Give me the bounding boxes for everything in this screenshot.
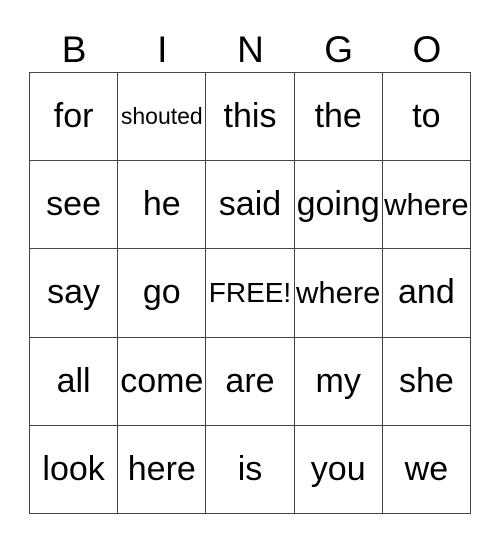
bingo-header: BINGO: [30, 28, 471, 72]
bingo-cell[interactable]: where: [382, 161, 471, 250]
bingo-cell[interactable]: going: [294, 161, 383, 250]
bingo-cell[interactable]: where: [294, 249, 383, 338]
cell-word: all: [56, 361, 91, 400]
bingo-cell[interactable]: he: [118, 161, 207, 250]
cell-word: go: [142, 273, 181, 312]
bingo-cell[interactable]: are: [206, 337, 295, 426]
header-letter-i: I: [157, 29, 168, 70]
bingo-cell[interactable]: to: [382, 73, 471, 162]
cell-word: is: [237, 449, 263, 488]
bingo-cell[interactable]: you: [294, 425, 383, 514]
cell-word: we: [404, 449, 449, 488]
bingo-cell[interactable]: go: [118, 249, 207, 338]
cell-word: you: [310, 449, 366, 488]
bingo-cell[interactable]: here: [118, 425, 207, 514]
bingo-cell[interactable]: see: [30, 161, 119, 250]
bingo-cell[interactable]: FREE!: [206, 249, 295, 338]
cell-word: said: [218, 185, 282, 224]
cell-word: here: [127, 449, 196, 488]
cell-word: shouted: [120, 103, 203, 130]
bingo-cell[interactable]: come: [118, 337, 207, 426]
bingo-cell[interactable]: all: [30, 337, 119, 426]
cell-word: say: [47, 273, 101, 312]
header-letter-n: N: [237, 29, 264, 70]
cell-word: to: [412, 97, 441, 136]
header-letter-g: G: [324, 29, 354, 70]
bingo-cell[interactable]: look: [30, 425, 119, 514]
cell-word: where: [384, 186, 469, 222]
cell-word: look: [42, 449, 105, 488]
cell-word: this: [223, 97, 277, 136]
bingo-cell[interactable]: and: [382, 249, 471, 338]
bingo-cell[interactable]: said: [206, 161, 295, 250]
cell-word: are: [225, 361, 275, 400]
bingo-cell[interactable]: we: [382, 425, 471, 514]
cell-word: FREE!: [208, 276, 292, 308]
bingo-cell[interactable]: my: [294, 337, 383, 426]
cell-word: she: [398, 361, 454, 400]
bingo-cell[interactable]: is: [206, 425, 295, 514]
cell-word: come: [120, 361, 204, 400]
cell-word: where: [295, 274, 381, 310]
cell-word: the: [314, 97, 362, 136]
cell-word: going: [296, 185, 380, 224]
bingo-cell[interactable]: say: [30, 249, 119, 338]
bingo-grid: for shouted this the to see he said going where sa…: [29, 72, 471, 514]
cell-word: my: [315, 361, 361, 400]
bingo-cell[interactable]: for: [30, 73, 119, 162]
cell-word: see: [46, 185, 101, 224]
header-letter-o: O: [412, 29, 442, 70]
bingo-cell[interactable]: shouted: [118, 73, 207, 162]
cell-word: for: [53, 97, 94, 136]
bingo-cell[interactable]: this: [206, 73, 295, 162]
cell-word: and: [398, 273, 455, 312]
cell-word: he: [142, 185, 181, 224]
bingo-cell[interactable]: she: [382, 337, 471, 426]
header-letter-b: B: [61, 29, 87, 70]
bingo-cell[interactable]: the: [294, 73, 383, 162]
